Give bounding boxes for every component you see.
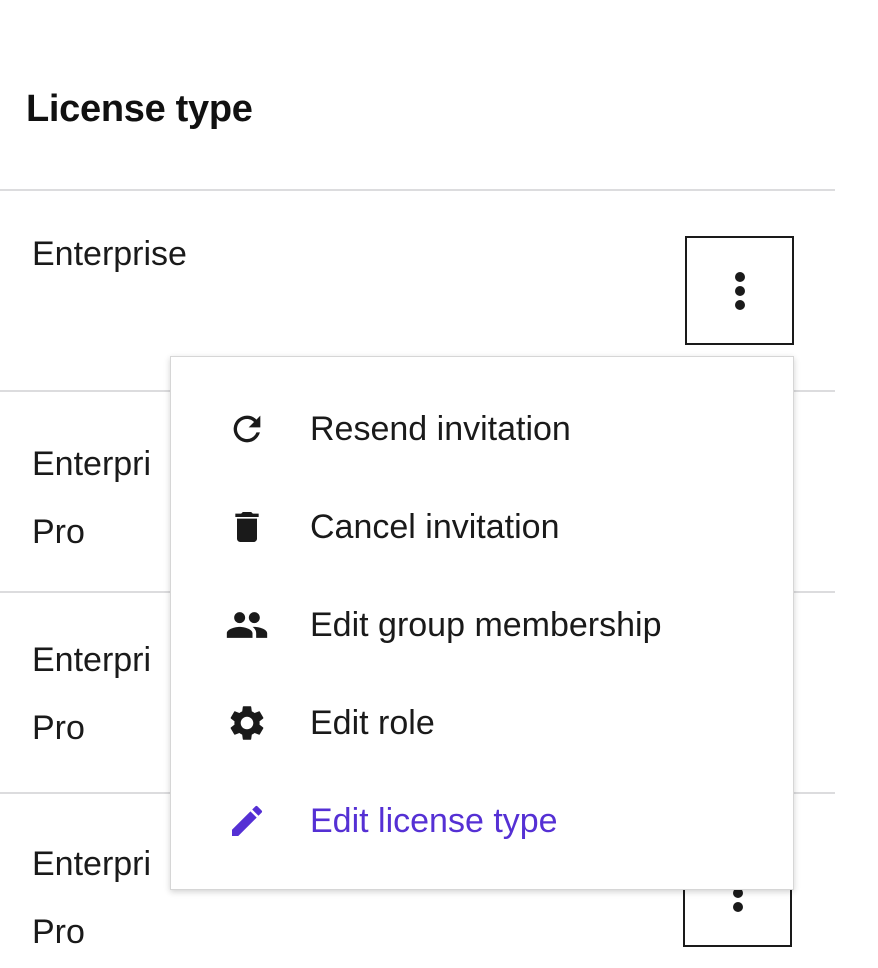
people-icon (225, 603, 269, 647)
refresh-icon (225, 407, 269, 451)
license-type-text: Pro (32, 913, 85, 951)
license-type-text: Enterprise (32, 235, 187, 273)
menu-item-edit-license-type[interactable]: Edit license type (171, 772, 793, 870)
menu-item-edit-role[interactable]: Edit role (171, 674, 793, 772)
menu-item-resend-invitation[interactable]: Resend invitation (171, 380, 793, 478)
more-vertical-icon (733, 271, 747, 311)
menu-item-edit-group-membership[interactable]: Edit group membership (171, 576, 793, 674)
row-actions-menu: Resend invitation Cancel invitation Edit… (170, 356, 794, 890)
pencil-icon (225, 799, 269, 843)
table-row: Enterprise (32, 220, 532, 288)
menu-item-label: Cancel invitation (310, 507, 560, 546)
menu-item-label: Resend invitation (310, 409, 571, 448)
gear-icon (225, 701, 269, 745)
menu-item-label: Edit license type (310, 801, 558, 840)
column-header-license-type: License type (26, 88, 253, 130)
menu-item-cancel-invitation[interactable]: Cancel invitation (171, 478, 793, 576)
row-actions-button[interactable] (685, 236, 794, 345)
license-table: License type Enterprise Enterpri Pro Ent… (0, 0, 878, 968)
menu-item-label: Edit role (310, 703, 435, 742)
menu-item-label: Edit group membership (310, 605, 662, 644)
row-divider (0, 189, 835, 191)
trash-icon (225, 505, 269, 549)
